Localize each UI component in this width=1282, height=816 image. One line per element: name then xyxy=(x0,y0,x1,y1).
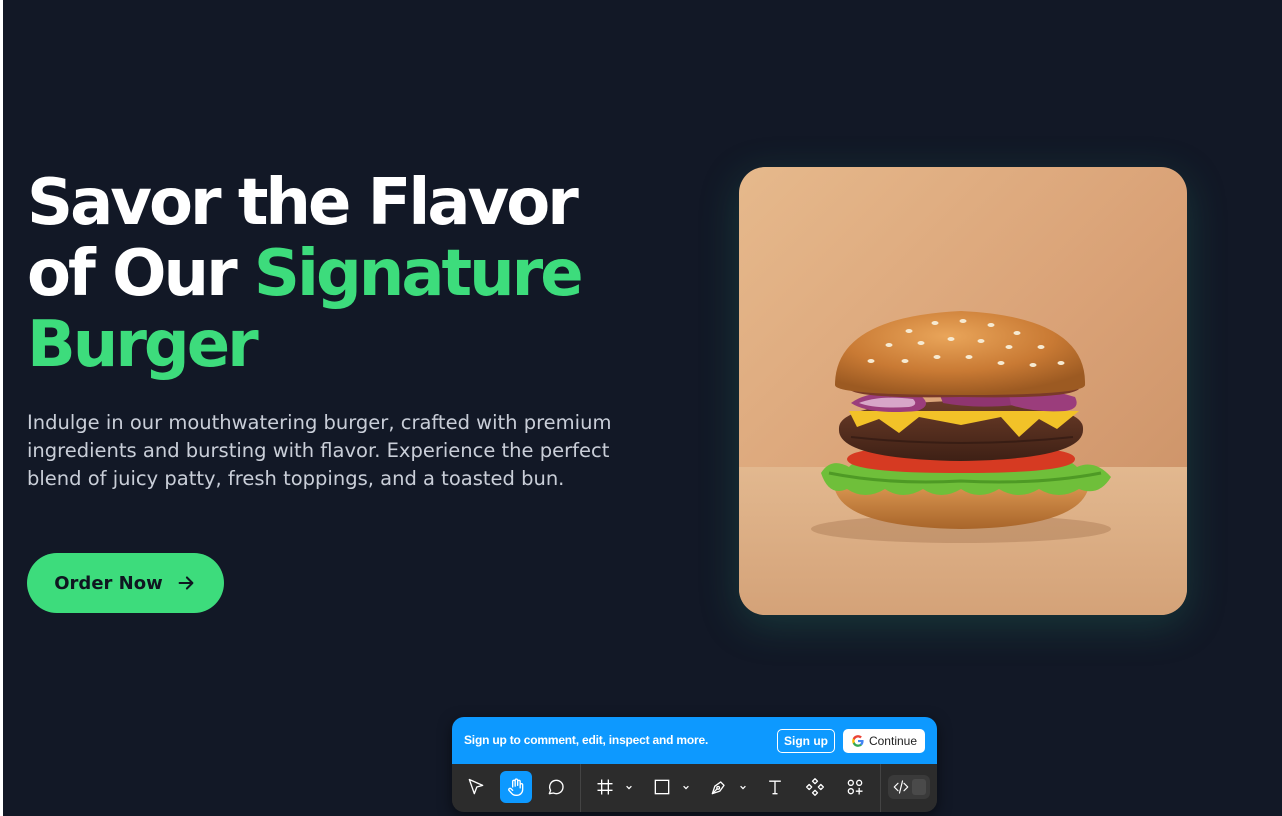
chevron-down-icon xyxy=(683,785,689,790)
toggle-knob xyxy=(912,779,926,795)
pen-tool-menu[interactable] xyxy=(738,781,748,793)
move-arrow-icon xyxy=(468,778,484,795)
comment-icon xyxy=(548,779,564,795)
hero-title: Savor the Flavor of Our Signature Burger xyxy=(27,168,667,381)
shape-tool[interactable] xyxy=(646,771,678,803)
comment-tool[interactable] xyxy=(540,771,572,803)
hand-tool[interactable] xyxy=(500,771,532,803)
signup-button[interactable]: Sign up xyxy=(777,729,835,753)
signup-banner: Sign up to comment, edit, inspect and mo… xyxy=(452,717,937,764)
text-tool[interactable] xyxy=(759,771,791,803)
plugins-icon xyxy=(847,779,863,795)
dev-mode-icon xyxy=(893,780,909,794)
frame-icon xyxy=(597,779,613,795)
frame-tool-menu[interactable] xyxy=(624,781,634,793)
arrow-right-icon xyxy=(178,576,194,590)
shape-tool-menu[interactable] xyxy=(681,781,691,793)
editor-toolbar: Sign up to comment, edit, inspect and mo… xyxy=(452,717,937,812)
order-now-button[interactable]: Order Now xyxy=(27,553,224,613)
component-icon xyxy=(806,778,824,796)
landing-page: Savor the Flavor of Our Signature Burger… xyxy=(3,0,1282,816)
pen-icon xyxy=(711,781,725,795)
move-tool[interactable] xyxy=(460,771,492,803)
google-icon xyxy=(852,735,864,747)
hero-description: Indulge in our mouthwatering burger, cra… xyxy=(27,411,612,490)
dev-mode-toggle[interactable] xyxy=(888,775,930,799)
tools-row xyxy=(452,764,937,812)
pen-tool[interactable] xyxy=(703,771,735,803)
order-now-label: Order Now xyxy=(54,572,163,594)
hero-title-line-3: Burger xyxy=(27,308,259,382)
chevron-down-icon xyxy=(740,785,746,790)
chevron-down-icon xyxy=(626,785,632,790)
hero-title-line-1: Savor the Flavor xyxy=(27,166,579,240)
burger-illustration xyxy=(739,167,1187,615)
text-icon xyxy=(769,780,781,795)
hero-title-line-2: of Our Signature xyxy=(27,239,667,310)
signup-prompt: Sign up to comment, edit, inspect and mo… xyxy=(464,733,709,747)
frame-tool[interactable] xyxy=(589,771,621,803)
continue-label: Continue xyxy=(868,734,918,748)
signup-label: Sign up xyxy=(784,734,828,748)
hero-title-accent: Signature xyxy=(253,237,584,311)
plugins-tool[interactable] xyxy=(839,771,871,803)
burger-image xyxy=(739,167,1187,615)
continue-with-google-button[interactable]: Continue xyxy=(843,729,925,753)
hand-icon xyxy=(508,778,524,796)
toolbar-divider xyxy=(880,764,881,812)
component-tool[interactable] xyxy=(799,771,831,803)
toolbar-divider xyxy=(580,764,581,812)
hero-title-plain: of Our xyxy=(27,237,254,311)
rectangle-icon xyxy=(654,779,670,795)
